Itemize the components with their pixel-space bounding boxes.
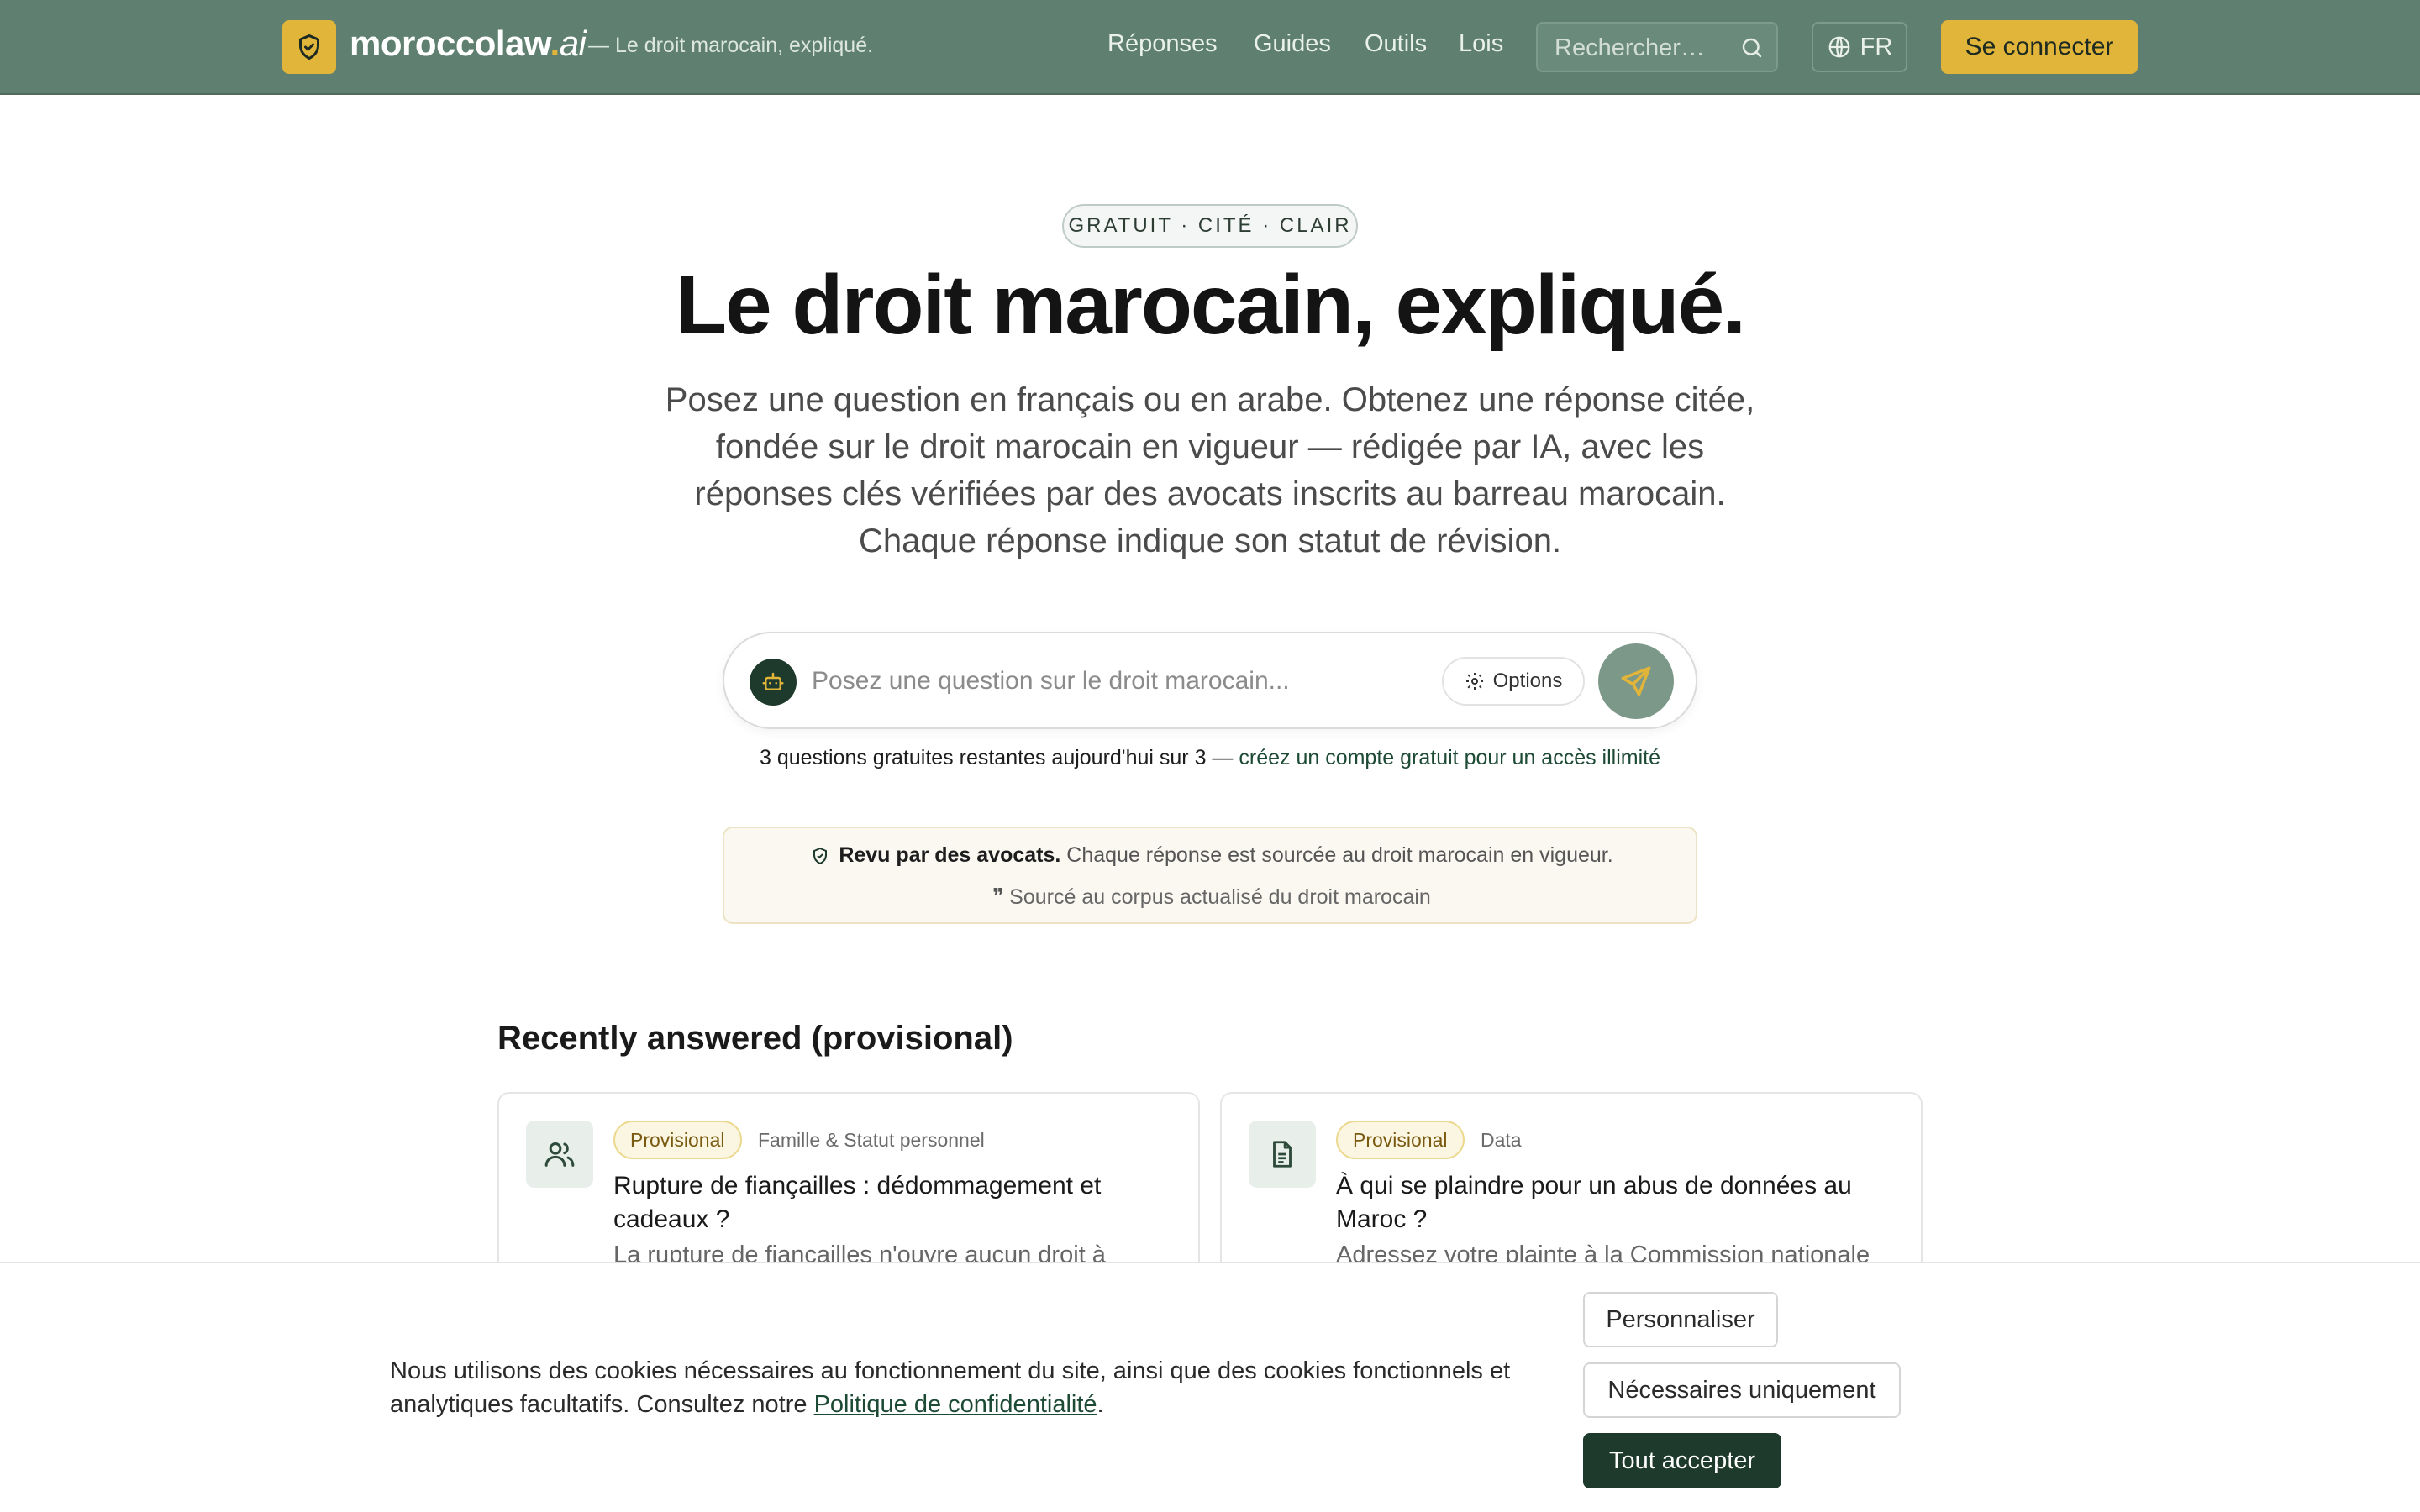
assistant-avatar bbox=[750, 659, 797, 706]
review-notice: Revu par des avocats. Chaque réponse est… bbox=[723, 827, 1697, 924]
search-icon[interactable] bbox=[1739, 35, 1765, 60]
shield-check-icon bbox=[813, 847, 828, 865]
shield-check-icon bbox=[299, 34, 319, 60]
send-icon bbox=[1621, 666, 1651, 696]
options-button[interactable]: Options bbox=[1442, 657, 1585, 706]
bot-icon bbox=[762, 672, 784, 690]
privacy-policy-link[interactable]: Politique de confidentialité bbox=[814, 1391, 1097, 1418]
language-label: FR bbox=[1860, 33, 1893, 60]
send-button[interactable] bbox=[1598, 643, 1674, 719]
quota-text: 3 questions gratuites restantes aujourd'… bbox=[759, 746, 1207, 769]
quote-icon: ❞ bbox=[992, 884, 1005, 909]
options-label: Options bbox=[1492, 669, 1563, 692]
recent-section-title: Recently answered (provisional) bbox=[497, 1020, 1013, 1057]
card-icon-box bbox=[1249, 1121, 1316, 1188]
status-badge: Provisional bbox=[1336, 1121, 1465, 1159]
question-input[interactable] bbox=[812, 662, 1316, 701]
globe-icon bbox=[1828, 36, 1850, 58]
customize-button[interactable]: Personnaliser bbox=[1583, 1292, 1778, 1347]
hero-pill: GRATUIT · CITÉ · CLAIR bbox=[1062, 204, 1358, 248]
search-input[interactable] bbox=[1555, 34, 1731, 62]
card-category: Data bbox=[1481, 1129, 1522, 1151]
card-category: Famille & Statut personnel bbox=[758, 1129, 985, 1151]
page-title: Le droit marocain, expliqué. bbox=[675, 258, 1746, 352]
nav-link-reponses[interactable]: Réponses bbox=[1107, 30, 1218, 58]
card-title[interactable]: À qui se plaindre pour un abus de donnée… bbox=[1336, 1169, 1891, 1236]
card-icon-box bbox=[526, 1121, 593, 1188]
brand-name[interactable]: moroccolaw.ai bbox=[350, 24, 587, 64]
cookie-banner: Nous utilisons des cookies nécessaires a… bbox=[0, 1262, 2420, 1512]
nav-link-guides[interactable]: Guides bbox=[1254, 30, 1331, 58]
nav-link-lois[interactable]: Lois bbox=[1459, 30, 1503, 58]
card-title[interactable]: Rupture de fiançailles : dédommagement e… bbox=[613, 1169, 1168, 1236]
users-icon bbox=[544, 1142, 575, 1167]
sourced-row: ❞ Sourcé au corpus actualisé du droit mar… bbox=[992, 884, 1431, 909]
accept-all-button[interactable]: Tout accepter bbox=[1583, 1433, 1781, 1488]
review-row: Revu par des avocats. Chaque réponse est… bbox=[724, 843, 1699, 868]
language-selector[interactable]: FR bbox=[1812, 22, 1907, 72]
gear-icon bbox=[1465, 673, 1483, 690]
question-box: Options bbox=[723, 632, 1697, 729]
quota-notice: 3 questions gratuites restantes aujourd'… bbox=[759, 746, 1660, 769]
tagline: — Le droit marocain, expliqué. bbox=[588, 34, 874, 57]
hero-subtitle: Posez une question en français ou en ara… bbox=[665, 381, 1755, 559]
cookie-text: Nous utilisons des cookies nécessaires a… bbox=[390, 1357, 1511, 1418]
necessary-only-button[interactable]: Nécessaires uniquement bbox=[1583, 1362, 1901, 1418]
header-search[interactable] bbox=[1536, 22, 1778, 72]
login-button[interactable]: Se connecter bbox=[1941, 20, 2138, 74]
nav-link-outils[interactable]: Outils bbox=[1365, 30, 1427, 58]
logo[interactable] bbox=[282, 20, 336, 74]
signup-link[interactable]: créez un compte gratuit pour un accès il… bbox=[1239, 746, 1660, 769]
status-badge: Provisional bbox=[613, 1121, 742, 1159]
document-icon bbox=[1273, 1141, 1292, 1168]
site-header: moroccolaw.ai — Le droit marocain, expli… bbox=[0, 0, 2420, 95]
